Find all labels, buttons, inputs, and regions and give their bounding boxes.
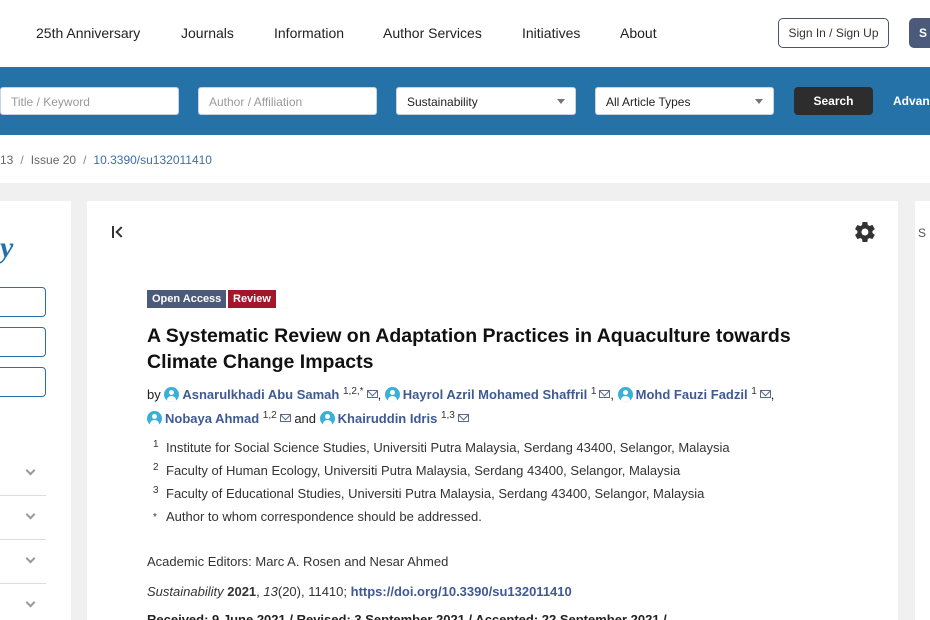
author-affiliation-input[interactable]: Author / Affiliation bbox=[198, 87, 377, 115]
citation: Sustainability 2021, 13(20), 11410; http… bbox=[147, 584, 572, 599]
author-name[interactable]: Mohd Fauzi Fadzil bbox=[636, 387, 748, 402]
search-button[interactable]: Search bbox=[794, 87, 873, 115]
affiliation-text: Institute for Social Science Studies, Un… bbox=[166, 440, 730, 455]
chevron-down-icon bbox=[25, 509, 36, 520]
left-sidebar: y bbox=[0, 201, 71, 620]
nav-about[interactable]: About bbox=[620, 25, 657, 41]
affiliation-item: * Author to whom correspondence should be… bbox=[147, 508, 867, 531]
breadcrumb: 13/Issue 20/10.3390/su132011410 bbox=[0, 153, 212, 167]
affiliations-list: 1 Institute for Social Science Studies, U… bbox=[147, 439, 867, 531]
submit-button[interactable]: S bbox=[909, 18, 930, 48]
email-icon[interactable] bbox=[279, 414, 291, 422]
journal-select[interactable]: Sustainability bbox=[396, 87, 576, 115]
affiliation-text: Faculty of Educational Studies, Universi… bbox=[166, 486, 705, 501]
breadcrumb-doi[interactable]: 10.3390/su132011410 bbox=[93, 153, 212, 167]
author-link[interactable]: Hayrol Azril Mohamed Shaffril bbox=[384, 387, 587, 402]
title-keyword-input[interactable]: Title / Keyword bbox=[0, 87, 179, 115]
nav-journals[interactable]: Journals bbox=[181, 25, 234, 41]
sidebar-section[interactable] bbox=[0, 452, 46, 496]
author-profile-icon bbox=[319, 411, 335, 426]
author-affiliation-sup: 1 bbox=[751, 386, 757, 397]
article-type-select[interactable]: All Article Types bbox=[595, 87, 774, 115]
breadcrumb-issue[interactable]: Issue 20 bbox=[31, 153, 76, 167]
journal-logo[interactable]: y bbox=[0, 231, 13, 265]
affiliation-number: 1 bbox=[153, 439, 159, 450]
author-link[interactable]: Nobaya Ahmad bbox=[147, 411, 259, 426]
article-title: A Systematic Review on Adaptation Practi… bbox=[147, 325, 791, 373]
article-type-select-value: All Article Types bbox=[606, 95, 691, 109]
author-affiliation-sup: 1,2 bbox=[262, 410, 277, 421]
citation-volume: 13 bbox=[263, 584, 278, 599]
author-link[interactable]: Khairuddin Idris bbox=[319, 411, 438, 426]
citation-journal: Sustainability bbox=[147, 584, 224, 599]
affiliation-number: * bbox=[153, 512, 157, 523]
affiliation-text: Author to whom correspondence should be … bbox=[166, 509, 482, 524]
author-list: by Asnarulkhadi Abu Samah 1,2,*, Hayrol … bbox=[147, 386, 775, 426]
author-name[interactable]: Hayrol Azril Mohamed Shaffril bbox=[403, 387, 587, 402]
affiliation-text: Faculty of Human Ecology, Universiti Put… bbox=[166, 463, 681, 478]
email-icon[interactable] bbox=[366, 390, 378, 398]
author-link[interactable]: Mohd Fauzi Fadzil bbox=[617, 387, 748, 402]
right-sidebar: S bbox=[915, 201, 930, 620]
collapse-left-icon[interactable] bbox=[111, 223, 129, 241]
right-sidebar-fragment: S bbox=[918, 226, 927, 240]
author-name[interactable]: Nobaya Ahmad bbox=[165, 411, 259, 426]
search-bar: Title / Keyword Author / Affiliation Sus… bbox=[0, 67, 930, 135]
citation-year: 2021 bbox=[227, 584, 257, 599]
affiliation-item: 2 Faculty of Human Ecology, Universiti Pu… bbox=[147, 462, 867, 485]
author-profile-icon bbox=[384, 387, 400, 402]
sign-in-button[interactable]: Sign In / Sign Up bbox=[778, 18, 889, 48]
author-affiliation-sup: 1,2,* bbox=[342, 386, 364, 397]
chevron-down-icon bbox=[25, 597, 36, 608]
author-name[interactable]: Asnarulkhadi Abu Samah bbox=[182, 387, 339, 402]
chevron-down-icon bbox=[755, 99, 763, 104]
breadcrumb-bar: 13/Issue 20/10.3390/su132011410 bbox=[0, 135, 930, 183]
doi-link[interactable]: https://doi.org/10.3390/su132011410 bbox=[351, 584, 572, 599]
author-affiliation-sup: 1 bbox=[590, 386, 597, 397]
sidebar-section[interactable] bbox=[0, 584, 46, 620]
advanced-search-link[interactable]: Advan bbox=[893, 94, 930, 108]
open-access-badge: Open Access bbox=[147, 290, 227, 308]
affiliation-number: 3 bbox=[153, 485, 159, 496]
nav-initiatives[interactable]: Initiatives bbox=[522, 25, 580, 41]
author-profile-icon bbox=[147, 411, 162, 426]
breadcrumb-volume[interactable]: 13 bbox=[0, 153, 13, 167]
author-profile-icon bbox=[617, 387, 633, 402]
and-label: and bbox=[294, 411, 317, 426]
article-dates: Received: 9 June 2021 / Revised: 3 Septe… bbox=[147, 612, 667, 620]
author-link[interactable]: Asnarulkhadi Abu Samah bbox=[164, 387, 339, 402]
chevron-down-icon bbox=[25, 465, 36, 476]
journal-select-value: Sustainability bbox=[407, 95, 478, 109]
author-profile-icon bbox=[164, 387, 180, 402]
chevron-down-icon bbox=[25, 553, 36, 564]
sidebar-section[interactable] bbox=[0, 496, 46, 540]
by-label: by bbox=[147, 387, 161, 402]
top-navigation: 25th Anniversary Journals Information Au… bbox=[0, 0, 930, 67]
chevron-down-icon bbox=[557, 99, 565, 104]
settings-gear-icon[interactable] bbox=[853, 220, 877, 244]
email-icon[interactable] bbox=[457, 414, 469, 422]
author-name[interactable]: Khairuddin Idris bbox=[338, 411, 438, 426]
article-card: Open Access Review A Systematic Review o… bbox=[87, 201, 898, 620]
affiliation-number: 2 bbox=[153, 462, 159, 473]
sidebar-button[interactable] bbox=[0, 287, 46, 317]
sidebar-button[interactable] bbox=[0, 327, 46, 357]
email-icon[interactable] bbox=[759, 390, 771, 398]
citation-issue: (20), 11410; bbox=[277, 584, 347, 599]
nav-information[interactable]: Information bbox=[274, 25, 344, 41]
email-icon[interactable] bbox=[599, 390, 611, 398]
sidebar-section[interactable] bbox=[0, 540, 46, 584]
affiliation-item: 3 Faculty of Educational Studies, Univers… bbox=[147, 485, 867, 508]
sidebar-button[interactable] bbox=[0, 367, 46, 397]
affiliation-item: 1 Institute for Social Science Studies, U… bbox=[147, 439, 867, 462]
article-type-badge: Review bbox=[228, 290, 276, 308]
academic-editors: Academic Editors: Marc A. Rosen and Nesa… bbox=[147, 554, 449, 569]
nav-25th-anniversary[interactable]: 25th Anniversary bbox=[36, 25, 140, 41]
nav-author-services[interactable]: Author Services bbox=[383, 25, 482, 41]
author-affiliation-sup: 1,3 bbox=[440, 410, 455, 421]
